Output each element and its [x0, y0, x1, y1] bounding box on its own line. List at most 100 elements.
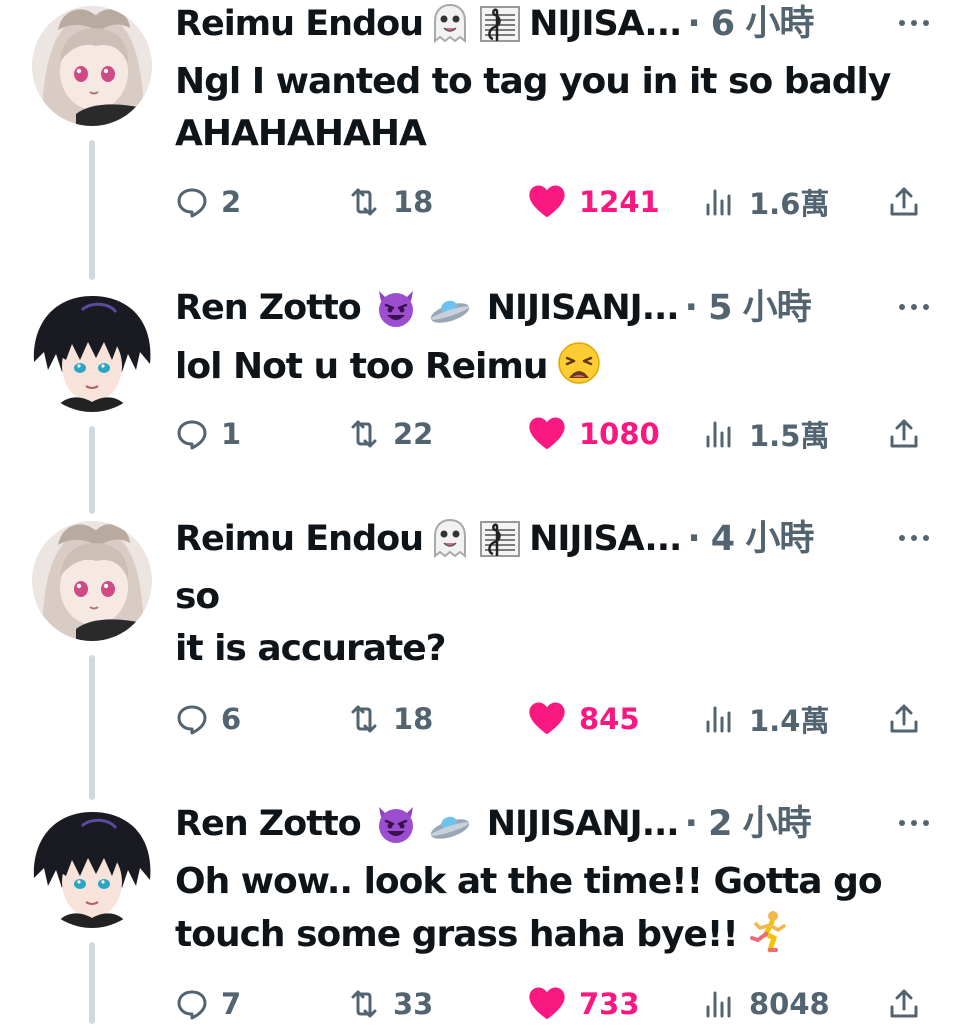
author-handle[interactable]: NIJISA... [529, 515, 682, 563]
reply-icon [177, 990, 207, 1020]
views-count: 8048 [749, 987, 830, 1021]
reply-icon [177, 188, 207, 218]
reply-icon [177, 420, 207, 450]
more-icon[interactable] [894, 523, 934, 553]
like-button[interactable]: 1241 [527, 178, 660, 226]
tweet-4[interactable]: Ren Zotto NIJISANJ... · 2 小時 Oh wow.. lo… [0, 800, 968, 1024]
heart-icon [529, 987, 565, 1020]
retweet-count: 18 [393, 185, 434, 219]
flying-saucer-emoji-icon [427, 285, 473, 331]
views-count: 1.5萬 [749, 419, 830, 453]
like-button[interactable]: 1080 [527, 410, 660, 458]
tweet-1[interactable]: Reimu Endou NIJISA... · 6 小時 Ngl I wante… [0, 0, 968, 285]
share-button[interactable] [887, 695, 921, 743]
views-icon [706, 706, 731, 733]
share-button[interactable] [887, 980, 921, 1028]
views-count: 1.4萬 [749, 704, 830, 738]
views-button[interactable]: 8048 [703, 980, 830, 1028]
like-count: 845 [579, 702, 640, 736]
tweet-header: Reimu Endou NIJISA... · 6 小時 [175, 0, 814, 48]
tweet-text: Oh wow.. look at the time!! Gotta go tou… [175, 856, 935, 961]
retweet-button[interactable]: 18 [347, 178, 433, 226]
views-button[interactable]: 1.4萬 [703, 695, 829, 743]
tweet-header: Reimu Endou NIJISA... · 4 小時 [175, 515, 814, 563]
reply-button[interactable]: 2 [175, 178, 241, 226]
avatar-reimu[interactable] [32, 6, 152, 126]
tweet-time[interactable]: · 5 小時 [685, 284, 812, 332]
author-name[interactable]: Ren Zotto [175, 284, 362, 332]
avatar-ren[interactable] [32, 292, 152, 412]
avatar-ren[interactable] [32, 808, 152, 928]
tweet-text: Ngl I wanted to tag you in it so badly A… [175, 56, 935, 160]
smiling-face-with-horns-emoji-icon [373, 801, 419, 847]
heart-icon [529, 185, 565, 218]
ghost-emoji-icon [427, 1, 473, 47]
views-button[interactable]: 1.5萬 [703, 410, 829, 458]
tweet-text-line: AHAHAHAHA [175, 113, 427, 154]
action-bar: 7 33 733 8048 [175, 980, 935, 1028]
tweet-header: Ren Zotto NIJISANJ... · 2 小時 [175, 800, 812, 848]
musical-score-emoji-icon [477, 1, 523, 47]
tweet-text: so it is accurate? [175, 571, 935, 675]
tweet-time[interactable]: · 6 小時 [687, 0, 814, 48]
tweet-time[interactable]: · 4 小時 [687, 515, 814, 563]
tweet-header: Ren Zotto NIJISANJ... · 5 小時 [175, 284, 812, 332]
smiling-face-with-horns-emoji-icon [373, 285, 419, 331]
more-icon[interactable] [894, 8, 934, 38]
retweet-count: 22 [393, 417, 434, 451]
reply-button[interactable]: 6 [175, 695, 241, 743]
retweet-button[interactable]: 22 [347, 410, 433, 458]
tweet-text-line: lol Not u too Reimu [175, 340, 935, 393]
action-bar: 6 18 845 1.4萬 [175, 695, 935, 743]
thread-line [89, 140, 95, 280]
like-button[interactable]: 845 [527, 695, 640, 743]
avatar-reimu[interactable] [32, 521, 152, 641]
share-icon [890, 187, 918, 216]
author-name[interactable]: Reimu Endou [175, 515, 424, 563]
heart-icon [529, 417, 565, 450]
ghost-emoji-icon [427, 516, 473, 562]
tweet-text-content: lol Not u too Reimu [175, 346, 549, 387]
tweet-text-content: touch some grass haha bye!! [175, 914, 739, 955]
share-button[interactable] [887, 410, 921, 458]
share-icon [890, 419, 918, 448]
retweet-button[interactable]: 33 [347, 980, 433, 1028]
tweet-text-line: so [175, 576, 220, 617]
like-count: 733 [579, 987, 640, 1021]
retweet-icon [351, 420, 377, 448]
flying-saucer-emoji-icon [427, 801, 473, 847]
reply-button[interactable]: 7 [175, 980, 241, 1028]
retweet-button[interactable]: 18 [347, 695, 433, 743]
person-running-emoji-icon [746, 908, 792, 954]
author-handle[interactable]: NIJISANJ... [487, 800, 680, 848]
views-button[interactable]: 1.6萬 [703, 178, 829, 226]
action-bar: 1 22 1080 1.5萬 [175, 410, 935, 458]
views-icon [706, 991, 731, 1018]
tweet-2[interactable]: Ren Zotto NIJISANJ... · 5 小時 lol Not u t… [0, 284, 968, 514]
more-icon[interactable] [894, 292, 934, 322]
retweet-icon [351, 188, 377, 216]
author-name[interactable]: Ren Zotto [175, 800, 362, 848]
thread-line [89, 942, 95, 1024]
action-bar: 2 18 1241 1.6萬 [175, 178, 935, 226]
author-name[interactable]: Reimu Endou [175, 0, 424, 48]
retweet-count: 18 [393, 702, 434, 736]
author-handle[interactable]: NIJISANJ... [487, 284, 680, 332]
tweet-time[interactable]: · 2 小時 [685, 800, 812, 848]
more-icon[interactable] [894, 808, 934, 838]
like-button[interactable]: 733 [527, 980, 640, 1028]
reply-button[interactable]: 1 [175, 410, 241, 458]
share-icon [890, 989, 918, 1018]
tweet-text-line: it is accurate? [175, 628, 447, 669]
tweet-3[interactable]: Reimu Endou NIJISA... · 4 小時 so it is ac… [0, 515, 968, 800]
share-button[interactable] [887, 178, 921, 226]
reply-count: 2 [221, 185, 242, 219]
tweet-text-line: Oh wow.. look at the time!! Gotta go [175, 861, 883, 902]
reply-count: 7 [221, 987, 242, 1021]
heart-icon [529, 702, 565, 735]
views-icon [706, 189, 731, 216]
author-handle[interactable]: NIJISA... [529, 0, 682, 48]
share-icon [890, 704, 918, 733]
thread-line [89, 655, 95, 800]
like-count: 1241 [579, 185, 660, 219]
